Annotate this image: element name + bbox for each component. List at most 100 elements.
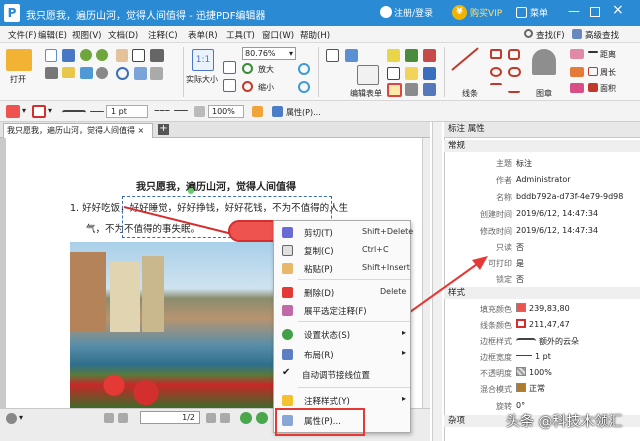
snapshot-icon[interactable] bbox=[150, 49, 164, 62]
distance-icon[interactable] bbox=[588, 51, 598, 53]
rotate-right-icon[interactable] bbox=[298, 81, 310, 93]
print-icon[interactable] bbox=[45, 67, 58, 79]
edit-object-icon[interactable] bbox=[345, 49, 358, 62]
pen-icon[interactable] bbox=[423, 67, 436, 80]
last-page-icon[interactable] bbox=[220, 413, 230, 423]
context-item-paste[interactable]: 粘贴(P) Shift+Insert bbox=[274, 259, 412, 277]
gear-icon[interactable] bbox=[6, 413, 17, 424]
resize-handle[interactable] bbox=[188, 188, 194, 194]
stamp-label[interactable]: 图章 bbox=[536, 88, 552, 99]
attach-icon[interactable] bbox=[405, 83, 418, 96]
border-style-icon[interactable] bbox=[62, 110, 86, 115]
edit-form-label[interactable]: 编辑表单 bbox=[350, 88, 382, 99]
page-number-input[interactable]: 1/2 bbox=[140, 411, 200, 424]
save-icon[interactable] bbox=[62, 49, 75, 62]
select-text-icon[interactable] bbox=[132, 49, 145, 62]
prop-value[interactable]: 额外的云朵 bbox=[516, 336, 579, 347]
sound-icon[interactable] bbox=[423, 83, 436, 96]
context-item-comment-style[interactable]: 注释样式(Y) ▸ bbox=[274, 391, 412, 409]
properties-button[interactable]: 属性(P)... bbox=[286, 107, 321, 118]
minimize-button[interactable]: — bbox=[568, 4, 580, 18]
perimeter-label[interactable]: 周长 bbox=[600, 67, 616, 78]
fit-page-icon[interactable] bbox=[223, 61, 236, 74]
prop-value[interactable]: 211,47,47 bbox=[516, 319, 570, 329]
cloud-icon[interactable] bbox=[508, 67, 521, 77]
hand-tool-icon[interactable] bbox=[116, 49, 128, 62]
eraser-icon[interactable] bbox=[570, 49, 584, 59]
context-item-flatten[interactable]: 展平选定注释(F) bbox=[274, 301, 412, 319]
pan-icon[interactable] bbox=[150, 67, 163, 80]
rotate-left-icon[interactable] bbox=[298, 63, 310, 75]
zoom-in-icon[interactable] bbox=[242, 63, 253, 74]
forward-icon[interactable] bbox=[256, 412, 268, 424]
properties-icon[interactable] bbox=[272, 106, 283, 117]
edit-form-icon[interactable] bbox=[357, 65, 379, 85]
prop-value[interactable]: 0° bbox=[516, 401, 525, 410]
actual-size-label[interactable]: 实际大小 bbox=[186, 74, 218, 85]
new-icon[interactable] bbox=[45, 49, 57, 62]
blend-icon[interactable] bbox=[252, 106, 263, 117]
context-item-cut[interactable]: 剪切(T) Shift+Delete bbox=[274, 223, 413, 241]
zoom-out-label[interactable]: 缩小 bbox=[258, 82, 274, 93]
find-button[interactable]: 查找(F) bbox=[536, 29, 565, 41]
menu-file[interactable]: 文件(F) bbox=[8, 29, 37, 41]
edit-text-icon[interactable] bbox=[326, 49, 339, 62]
menu-button[interactable]: 菜单 bbox=[530, 6, 548, 19]
area-label[interactable]: 面积 bbox=[600, 83, 616, 94]
brush-icon[interactable] bbox=[570, 83, 584, 93]
note-icon[interactable] bbox=[405, 67, 418, 80]
opacity-icon[interactable] bbox=[194, 106, 205, 117]
arrow-start-icon[interactable] bbox=[174, 110, 188, 111]
close-tab-icon[interactable]: × bbox=[138, 126, 145, 135]
fill-color-swatch[interactable] bbox=[6, 105, 20, 118]
stamp-icon[interactable] bbox=[532, 49, 556, 75]
menu-form[interactable]: 表单(R) bbox=[188, 29, 218, 41]
menu-view[interactable]: 视图(V) bbox=[72, 29, 101, 41]
menu-edit[interactable]: 编辑(E) bbox=[38, 29, 67, 41]
buy-vip-link[interactable]: 购买VIP bbox=[470, 6, 502, 19]
stroke-width-select[interactable]: 1 pt bbox=[106, 105, 148, 118]
text-box-icon[interactable] bbox=[387, 67, 400, 80]
context-item-delete[interactable]: 删除(D) Delete bbox=[274, 283, 412, 301]
undo-icon[interactable] bbox=[80, 49, 92, 61]
rectangle-icon[interactable] bbox=[490, 49, 502, 59]
typewriter-icon[interactable] bbox=[423, 49, 436, 62]
prop-value[interactable]: Administrator bbox=[516, 175, 571, 184]
opacity-select[interactable]: 100% bbox=[208, 105, 244, 118]
line-color-swatch[interactable] bbox=[32, 105, 46, 118]
new-tab-button[interactable]: + bbox=[158, 124, 169, 135]
context-item-auto-adjust[interactable]: ✔ 自动调节接线位置 bbox=[274, 365, 412, 383]
menu-tools[interactable]: 工具(T) bbox=[226, 29, 255, 41]
context-item-copy[interactable]: 复制(C) Ctrl+C bbox=[274, 241, 412, 259]
context-item-set-status[interactable]: 设置状态(S) ▸ bbox=[274, 325, 412, 343]
prop-value[interactable]: 标注 bbox=[516, 158, 532, 169]
chevron-down-icon[interactable]: ▾ bbox=[22, 106, 26, 115]
prop-value[interactable]: bddb792a-d73f-4e79-9d98 bbox=[516, 192, 636, 201]
redo-icon[interactable] bbox=[96, 49, 108, 61]
prop-value[interactable]: 100% bbox=[516, 367, 552, 377]
open-label[interactable]: 打开 bbox=[10, 74, 26, 85]
actual-size-icon[interactable]: 1:1 bbox=[192, 49, 214, 71]
line-tool-icon[interactable] bbox=[451, 47, 479, 71]
ellipse-icon[interactable] bbox=[490, 67, 502, 77]
document-tab[interactable]: 我只愿我，遍历山河，觉得人间值得 × bbox=[3, 123, 153, 138]
pencil-icon[interactable] bbox=[570, 67, 584, 77]
close-button[interactable]: × bbox=[612, 2, 624, 18]
lines-label[interactable]: 线条 bbox=[462, 88, 478, 99]
context-item-layout[interactable]: 布局(R) ▸ bbox=[274, 345, 412, 363]
prop-value[interactable]: 是 bbox=[516, 258, 524, 269]
first-page-icon[interactable] bbox=[104, 413, 114, 423]
back-icon[interactable] bbox=[240, 412, 252, 424]
prop-value[interactable]: 正常 bbox=[516, 383, 545, 394]
section-general[interactable]: 常规 bbox=[444, 140, 640, 152]
polygon-icon[interactable] bbox=[508, 49, 520, 60]
menu-comment[interactable]: 注释(C) bbox=[148, 29, 178, 41]
zoom-select[interactable]: 80.76% ▾ bbox=[242, 47, 296, 60]
dash-style-icon[interactable] bbox=[154, 110, 170, 111]
prop-value[interactable]: 1 pt bbox=[516, 352, 551, 361]
scan-icon[interactable] bbox=[80, 67, 93, 79]
maximize-button[interactable] bbox=[590, 7, 600, 17]
line-style-icon[interactable] bbox=[90, 111, 104, 112]
underline-icon[interactable] bbox=[405, 49, 418, 62]
user-icon[interactable] bbox=[380, 6, 392, 18]
